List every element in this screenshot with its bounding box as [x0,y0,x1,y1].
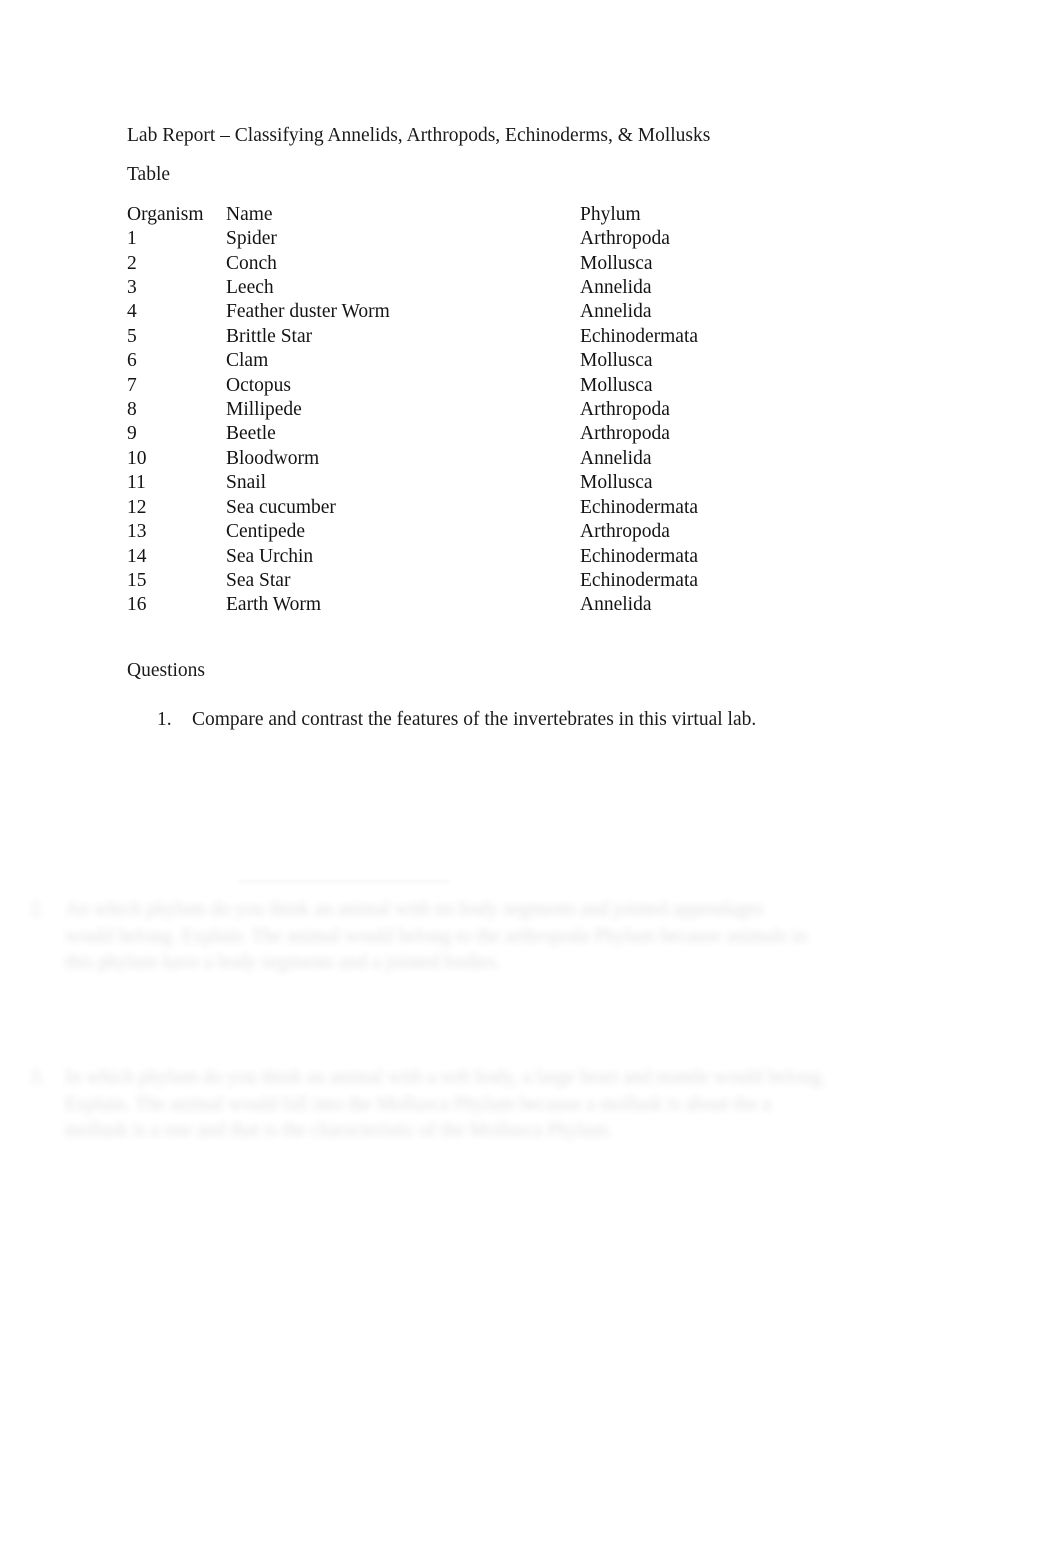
cell-phylum: Arthropoda [580,228,670,250]
cell-organism: 3 [127,277,137,299]
cell-organism: 5 [127,325,137,347]
cell-name: Snail [226,472,267,494]
column-header-name: Name [226,203,273,225]
cell-name: Spider [226,228,277,250]
cell-name: Conch [226,252,277,274]
cell-organism: 14 [127,545,147,567]
document-body: Lab Report – Classifying Annelids, Arthr… [127,124,987,733]
questions-list: 1. Compare and contrast the features of t… [127,708,987,732]
cell-phylum: Annelida [580,447,652,469]
cell-organism: 4 [127,301,137,323]
cell-name: Leech [226,277,274,299]
cell-organism: 9 [127,423,137,445]
question-item: 1. Compare and contrast the features of t… [127,708,987,732]
cell-name: Brittle Star [226,325,313,347]
table-row: 3 Leech Annelida [127,276,827,300]
cell-phylum: Echinodermata [580,545,699,567]
faded-answer-text-3: In which phylum do you think an animal w… [65,1067,826,1142]
cell-organism: 1 [127,228,137,250]
organism-table: Organism Name Phylum 1 Spider Arthropoda 2 C… [127,203,827,618]
cell-phylum: Annelida [580,301,652,323]
table-row: 2 Conch Mollusca [127,252,827,276]
table-body: 1 Spider Arthropoda 2 Conch Mollusca 3 Leech Ann… [127,227,827,618]
cell-phylum: Echinodermata [580,325,699,347]
faded-answer-text-2: An which phylum do you think an animal w… [65,899,808,974]
cell-organism: 11 [127,472,146,494]
questions-section-label: Questions [127,659,205,681]
cell-name: Sea Star [226,569,291,591]
cell-name: Octopus [226,374,291,396]
table-row: 7 Octopus Mollusca [127,374,827,398]
faded-answer-number-2: 2. [30,899,45,920]
cell-phylum: Echinodermata [580,569,699,591]
faded-answer-block-3: 3. In which phylum do you think an anima… [0,1065,830,1145]
table-row: 6 Clam Mollusca [127,349,827,373]
cell-phylum: Arthropoda [580,423,670,445]
table-row: 15 Sea Star Echinodermata [127,569,827,593]
cell-name: Sea Urchin [226,545,314,567]
page-title: Lab Report – Classifying Annelids, Arthr… [127,125,711,146]
column-header-phylum: Phylum [580,203,641,225]
cell-phylum: Mollusca [580,252,653,274]
cell-name: Clam [226,350,269,372]
cell-name: Beetle [226,423,276,445]
cell-organism: 10 [127,447,147,469]
cell-organism: 7 [127,374,137,396]
table-row: 11 Snail Mollusca [127,471,827,495]
cell-organism: 8 [127,399,137,421]
column-header-organism: Organism [127,203,204,225]
cell-phylum: Mollusca [580,374,653,396]
table-row: 12 Sea cucumber Echinodermata [127,496,827,520]
table-row: 16 Earth Worm Annelida [127,593,827,617]
table-row: 14 Sea Urchin Echinodermata [127,545,827,569]
cell-name: Feather duster Worm [226,301,390,323]
table-row: 4 Feather duster Worm Annelida [127,300,827,324]
faded-answer-block-2: 2. An which phylum do you think an anima… [0,897,812,977]
cell-name: Earth Worm [226,594,322,616]
table-row: 5 Brittle Star Echinodermata [127,325,827,349]
cell-name: Bloodworm [226,447,320,469]
faded-horizontal-rule [238,881,450,882]
cell-organism: 12 [127,496,147,518]
cell-name: Centipede [226,521,306,543]
question-text: Compare and contrast the features of the… [192,709,757,731]
table-row: 1 Spider Arthropoda [127,227,827,251]
table-row: 10 Bloodworm Annelida [127,447,827,471]
cell-organism: 16 [127,594,147,616]
cell-phylum: Mollusca [580,472,653,494]
cell-phylum: Arthropoda [580,521,670,543]
cell-phylum: Annelida [580,277,652,299]
faded-answer-number-3: 3. [30,1067,45,1088]
table-row: 13 Centipede Arthropoda [127,520,827,544]
cell-name: Millipede [226,399,302,421]
document-page: Lab Report – Classifying Annelids, Arthr… [0,0,1062,1561]
cell-organism: 2 [127,252,137,274]
cell-organism: 13 [127,521,147,543]
table-row: 9 Beetle Arthropoda [127,422,827,446]
cell-phylum: Echinodermata [580,496,699,518]
cell-phylum: Mollusca [580,350,653,372]
table-header-row: Organism Name Phylum [127,203,827,227]
cell-organism: 15 [127,569,147,591]
table-header: Organism Name Phylum [127,203,827,227]
table-row: 8 Millipede Arthropoda [127,398,827,422]
cell-phylum: Arthropoda [580,399,670,421]
cell-phylum: Annelida [580,594,652,616]
table-section-label: Table [127,164,171,186]
question-number: 1. [157,709,172,731]
cell-name: Sea cucumber [226,496,336,518]
cell-organism: 6 [127,350,137,372]
